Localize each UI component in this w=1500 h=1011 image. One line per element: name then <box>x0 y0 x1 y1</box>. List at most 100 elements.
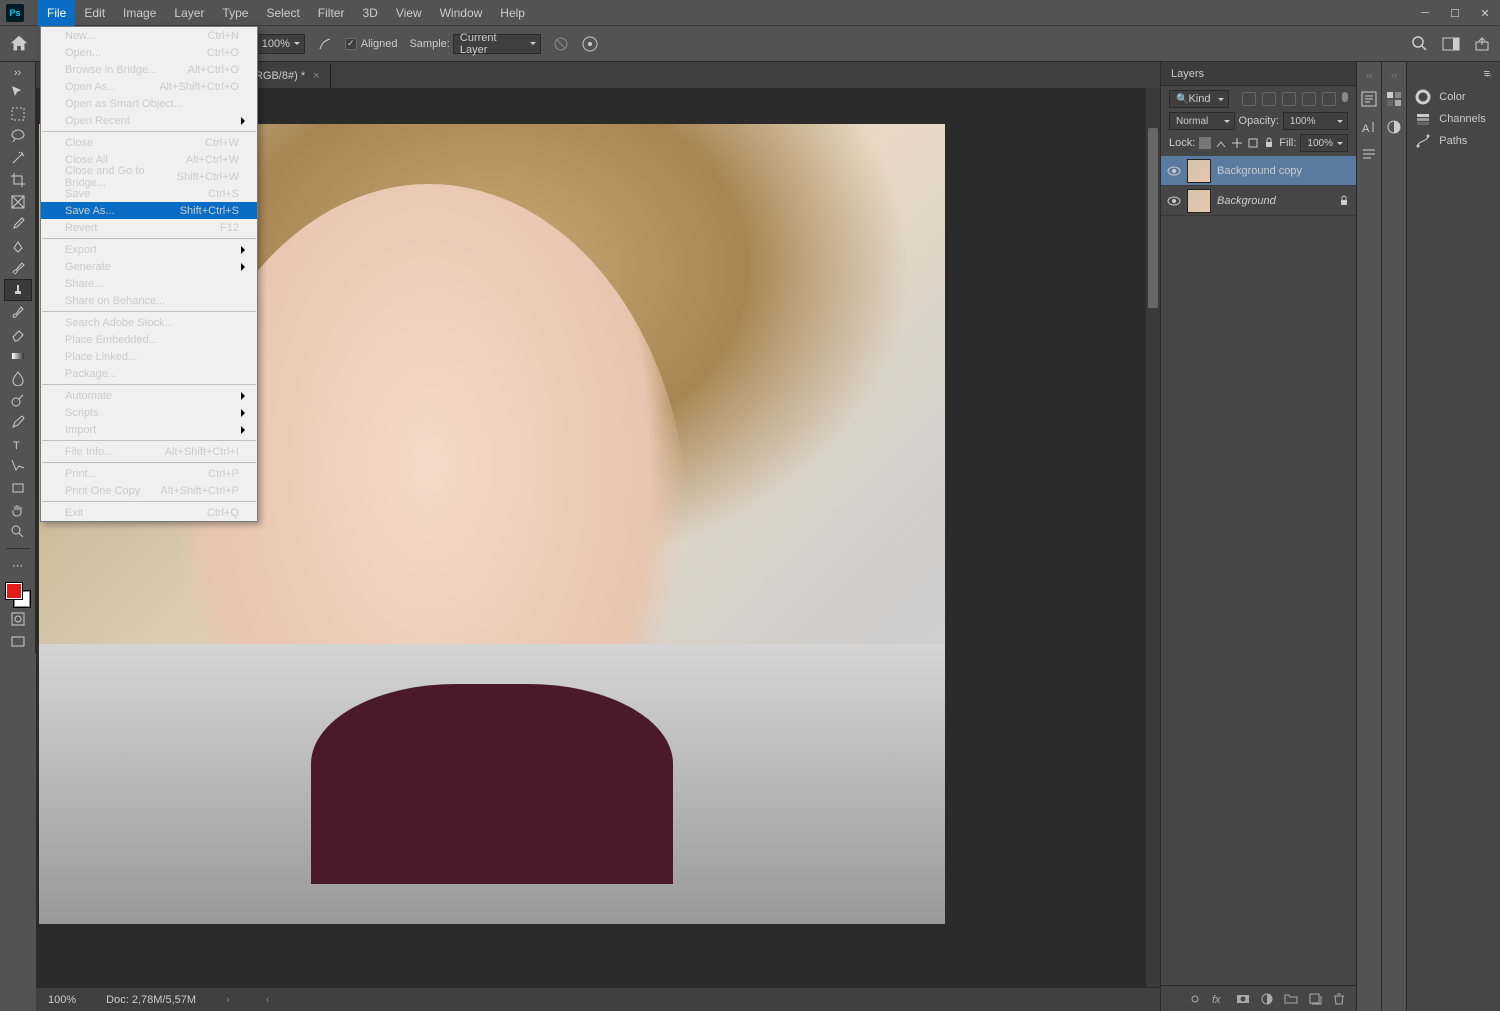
file-menu-new-[interactable]: New...Ctrl+N <box>41 27 257 44</box>
tool-path[interactable] <box>4 455 32 477</box>
paths-panel-tab[interactable]: Paths <box>1415 130 1492 152</box>
maximize-button[interactable]: ☐ <box>1440 0 1470 26</box>
filter-pixel-icon[interactable] <box>1242 92 1256 106</box>
layer-item[interactable]: Background copy <box>1161 156 1356 186</box>
properties-icon[interactable] <box>1360 90 1378 108</box>
file-menu-share-on-behance-[interactable]: Share on Behance... <box>41 292 257 309</box>
file-menu-save-as-[interactable]: Save As...Shift+Ctrl+S <box>41 202 257 219</box>
doc-size[interactable]: Doc: 2,78M/5,57M <box>106 994 196 1006</box>
paragraph-icon[interactable] <box>1360 146 1378 164</box>
file-menu-generate[interactable]: Generate <box>41 258 257 275</box>
tool-stamp[interactable] <box>4 279 32 301</box>
layer-name[interactable]: Background copy <box>1217 165 1302 177</box>
file-menu-export[interactable]: Export <box>41 241 257 258</box>
file-menu-place-linked-[interactable]: Place Linked... <box>41 348 257 365</box>
tool-pen[interactable] <box>4 411 32 433</box>
layers-panel-tab[interactable]: Layers ≡ <box>1161 62 1356 86</box>
file-menu-close-and-go-to-bridge-[interactable]: Close and Go to Bridge...Shift+Ctrl+W <box>41 168 257 185</box>
layer-thumbnail[interactable] <box>1187 159 1211 183</box>
tool-frame[interactable] <box>4 191 32 213</box>
menu-help[interactable]: Help <box>491 0 534 26</box>
filter-toggle-icon[interactable] <box>1342 92 1348 102</box>
menu-type[interactable]: Type <box>213 0 257 26</box>
delete-layer-icon[interactable] <box>1332 992 1346 1006</box>
airbrush-icon[interactable] <box>317 36 333 52</box>
workspace-icon[interactable] <box>1442 37 1460 51</box>
new-layer-icon[interactable] <box>1308 992 1322 1006</box>
file-menu-file-info-[interactable]: File Info...Alt+Shift+Ctrl+I <box>41 443 257 460</box>
character-icon[interactable]: A <box>1360 118 1378 136</box>
color-panel-tab[interactable]: Color <box>1415 86 1492 108</box>
blend-mode-dropdown[interactable]: Normal <box>1169 112 1235 130</box>
status-arrow-icon[interactable]: › <box>226 994 230 1006</box>
file-menu-close[interactable]: CloseCtrl+W <box>41 134 257 151</box>
menu-select[interactable]: Select <box>257 0 308 26</box>
quick-mask-icon[interactable] <box>4 608 32 630</box>
layer-fill-dropdown[interactable]: 100% <box>1300 134 1348 152</box>
tool-zoom[interactable] <box>4 521 32 543</box>
close-tab-icon[interactable]: × <box>313 70 319 82</box>
file-menu-automate[interactable]: Automate <box>41 387 257 404</box>
vertical-scrollbar[interactable] <box>1146 88 1160 987</box>
link-layers-icon[interactable] <box>1188 992 1202 1006</box>
layer-name[interactable]: Background <box>1217 195 1276 207</box>
menu-3d[interactable]: 3D <box>353 0 386 26</box>
lock-artboard-icon[interactable] <box>1247 137 1259 149</box>
tool-eraser[interactable] <box>4 323 32 345</box>
filter-shape-icon[interactable] <box>1302 92 1316 106</box>
file-menu-import[interactable]: Import <box>41 421 257 438</box>
menu-view[interactable]: View <box>387 0 431 26</box>
edit-toolbar-icon[interactable]: ⋯ <box>4 554 32 576</box>
panel-menu-icon[interactable]: ≡ <box>1484 68 1490 80</box>
tool-marquee[interactable] <box>4 103 32 125</box>
file-menu-open-as-[interactable]: Open As...Alt+Shift+Ctrl+O <box>41 78 257 95</box>
file-menu-open-recent[interactable]: Open Recent <box>41 112 257 129</box>
tool-hand[interactable] <box>4 499 32 521</box>
search-icon[interactable] <box>1412 36 1428 52</box>
tool-crop[interactable] <box>4 169 32 191</box>
file-menu-exit[interactable]: ExitCtrl+Q <box>41 504 257 521</box>
tool-lasso[interactable] <box>4 125 32 147</box>
layer-item[interactable]: Background <box>1161 186 1356 216</box>
adjustment-layer-icon[interactable] <box>1260 992 1274 1006</box>
menu-window[interactable]: Window <box>431 0 492 26</box>
visibility-icon[interactable] <box>1167 164 1181 178</box>
tool-brush[interactable] <box>4 257 32 279</box>
file-menu-place-embedded-[interactable]: Place Embedded... <box>41 331 257 348</box>
lock-all-icon[interactable] <box>1263 137 1275 149</box>
file-menu-open-as-smart-object-[interactable]: Open as Smart Object... <box>41 95 257 112</box>
tool-gradient[interactable] <box>4 345 32 367</box>
aligned-checkbox[interactable] <box>345 38 357 50</box>
tool-history[interactable] <box>4 301 32 323</box>
lock-image-icon[interactable] <box>1215 137 1227 149</box>
color-swatches[interactable] <box>6 583 30 607</box>
tool-healing[interactable] <box>4 235 32 257</box>
tool-wand[interactable] <box>4 147 32 169</box>
adjustments-icon[interactable] <box>1385 118 1403 136</box>
lock-transparent-icon[interactable] <box>1199 137 1211 149</box>
tool-type[interactable]: T <box>4 433 32 455</box>
file-menu-save[interactable]: SaveCtrl+S <box>41 185 257 202</box>
tool-blur[interactable] <box>4 367 32 389</box>
sample-dropdown[interactable]: Current Layer <box>453 34 541 54</box>
layer-filter-kind[interactable]: 🔍 Kind <box>1169 90 1229 108</box>
channels-panel-tab[interactable]: Channels <box>1415 108 1492 130</box>
lock-position-icon[interactable] <box>1231 137 1243 149</box>
filter-smart-icon[interactable] <box>1322 92 1336 106</box>
screen-mode-icon[interactable] <box>4 631 32 653</box>
file-menu-open-[interactable]: Open...Ctrl+O <box>41 44 257 61</box>
fx-icon[interactable]: fx <box>1212 992 1226 1006</box>
tool-rectangle[interactable] <box>4 477 32 499</box>
file-menu-scripts[interactable]: Scripts <box>41 404 257 421</box>
tool-dodge[interactable] <box>4 389 32 411</box>
file-menu-print-[interactable]: Print...Ctrl+P <box>41 465 257 482</box>
zoom-level[interactable]: 100% <box>48 994 76 1006</box>
file-menu-browse-in-bridge-[interactable]: Browse in Bridge...Alt+Ctrl+O <box>41 61 257 78</box>
foreground-color-swatch[interactable] <box>6 583 22 599</box>
pressure-size-icon[interactable] <box>581 35 599 53</box>
filter-adjustment-icon[interactable] <box>1262 92 1276 106</box>
flow-dropdown[interactable]: 100% <box>255 34 305 54</box>
home-icon[interactable] <box>8 33 30 55</box>
share-icon[interactable] <box>1474 36 1490 52</box>
swatches-icon[interactable] <box>1385 90 1403 108</box>
